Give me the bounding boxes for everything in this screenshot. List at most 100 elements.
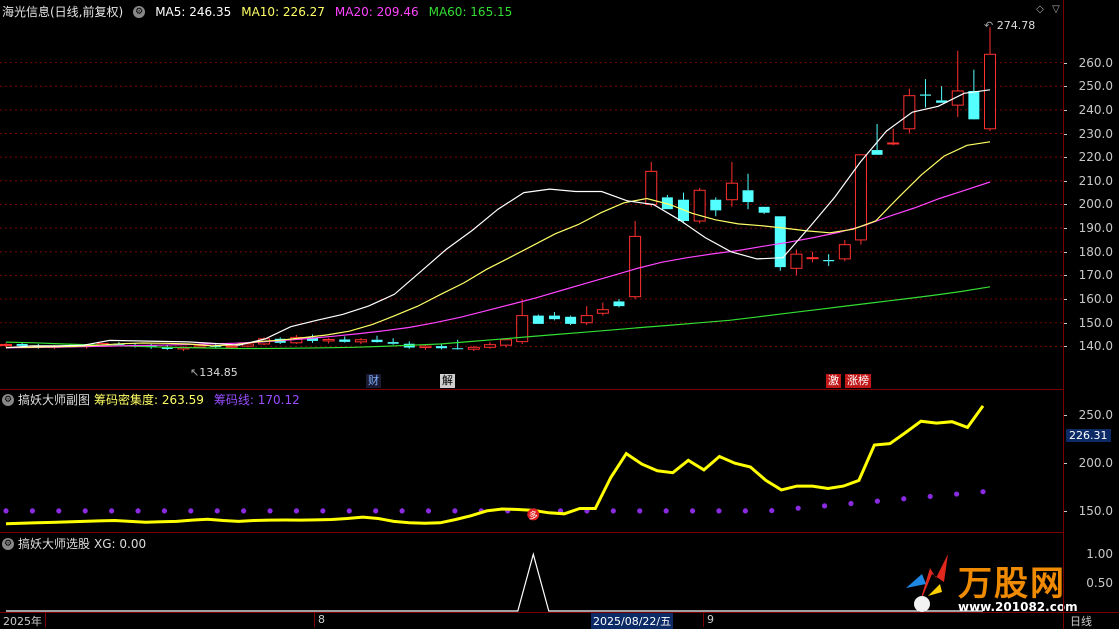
density-line	[5, 405, 985, 526]
chipline-dot	[346, 508, 352, 514]
year-label: 2025年	[3, 615, 42, 628]
chipline-dot	[29, 508, 36, 514]
chipline-dot	[769, 507, 775, 514]
candle[interactable]	[951, 50, 964, 117]
price-chart[interactable]	[0, 0, 1063, 390]
candle[interactable]	[436, 344, 448, 350]
candle[interactable]	[725, 161, 738, 207]
ma60-line	[5, 286, 991, 350]
candle[interactable]	[387, 338, 399, 345]
price-tick-label: 150.0	[1078, 315, 1113, 330]
chipline-dot	[320, 508, 326, 514]
candle[interactable]	[854, 154, 867, 245]
candle[interactable]	[758, 206, 770, 214]
price-tick-label: 170.0	[1078, 268, 1113, 283]
event-tag-unlock[interactable]: 解	[440, 374, 455, 388]
candle[interactable]	[661, 195, 673, 210]
brand-mascot-icon	[906, 554, 948, 612]
chipline-dot	[927, 493, 933, 500]
axis-divider	[1063, 0, 1064, 629]
candle[interactable]	[532, 314, 544, 324]
price-tick-label: 140.0	[1078, 339, 1113, 354]
chipline-dot	[214, 508, 220, 514]
candle[interactable]	[580, 306, 593, 326]
chipline-dot	[821, 503, 828, 509]
candle[interactable]	[693, 187, 706, 224]
price-tick-label: 190.0	[1078, 221, 1113, 236]
candle[interactable]	[742, 173, 754, 210]
candle[interactable]	[565, 315, 577, 326]
chipline-dot	[373, 508, 379, 514]
price-tick-label: 160.0	[1078, 292, 1113, 307]
chipline-dot	[135, 508, 141, 514]
chipline-dot	[452, 508, 458, 514]
chipline-dot	[267, 508, 273, 514]
candle[interactable]	[371, 335, 383, 343]
candle[interactable]	[710, 197, 722, 217]
price-tick-label: 240.0	[1078, 102, 1113, 117]
chipline-dot	[82, 508, 88, 514]
chipline-dot	[953, 491, 960, 497]
candle[interactable]	[613, 299, 625, 308]
candle[interactable]	[903, 88, 916, 134]
ma5-line	[5, 89, 991, 349]
chipline-dot	[663, 508, 669, 514]
sub1-current-value: 226.31	[1066, 429, 1111, 442]
chipline-dot	[874, 498, 880, 504]
ma20-line	[5, 181, 991, 349]
chipline-dot	[980, 489, 986, 495]
candle[interactable]	[596, 302, 609, 316]
price-tick-label: 180.0	[1078, 244, 1113, 259]
candle[interactable]	[339, 336, 351, 343]
sub1-axis: 250.0 200.0 150.0	[1063, 390, 1119, 533]
candle[interactable]	[629, 221, 642, 300]
chipline-dot	[161, 508, 168, 514]
candle[interactable]	[790, 249, 803, 276]
cursor-date: 2025/08/22/五	[591, 613, 674, 629]
max-price-label: ↶ 274.78	[984, 19, 1036, 32]
candle[interactable]	[838, 239, 851, 262]
min-price-label: ↖134.85	[190, 366, 238, 379]
event-tag-limit-up-list[interactable]: 涨榜	[845, 374, 871, 388]
candle[interactable]	[823, 254, 835, 266]
price-tick-label: 230.0	[1078, 126, 1113, 141]
chipline-dot	[610, 508, 616, 514]
chipline-dot	[109, 508, 115, 514]
chipline-dot	[425, 508, 432, 514]
price-tick-label: 220.0	[1078, 150, 1113, 165]
chipline-dot	[795, 505, 801, 511]
candle[interactable]	[452, 339, 464, 350]
chipline-dot	[716, 508, 722, 514]
chipline-dot	[848, 500, 854, 507]
month-8-label: 8	[318, 613, 325, 626]
density-chart[interactable]: 多	[0, 390, 1063, 533]
candle[interactable]	[936, 86, 948, 103]
candle[interactable]	[467, 345, 480, 352]
event-tag-financial[interactable]: 财	[366, 374, 381, 388]
candle[interactable]	[322, 338, 335, 344]
brand-name: 万股网	[958, 564, 1066, 604]
sub1-tick-label: 250.0	[1078, 408, 1113, 423]
chipline-dot	[56, 508, 62, 514]
chipline-dot	[293, 508, 300, 514]
candle[interactable]	[968, 69, 980, 120]
candle[interactable]	[806, 251, 819, 263]
chipline-dot	[3, 508, 9, 514]
price-tick-label: 250.0	[1078, 79, 1113, 94]
chipline-dot	[399, 508, 405, 514]
chipline-dot	[901, 496, 907, 502]
candle[interactable]	[887, 128, 900, 146]
chipline-dot	[689, 508, 696, 514]
candle[interactable]	[871, 124, 883, 155]
signal-marker-text: 多	[529, 509, 538, 521]
event-tag-incentive[interactable]: 激	[826, 374, 841, 388]
chipline-dot	[742, 508, 748, 514]
candle[interactable]	[483, 342, 496, 349]
month-9-label: 9	[707, 613, 714, 626]
brand-url: www.201082.com	[958, 600, 1078, 614]
candle[interactable]	[354, 338, 367, 344]
candle[interactable]	[548, 312, 560, 321]
price-axis: 260.0 250.0 240.0 230.0 220.0 210.0 200.0 190.0…	[1063, 0, 1119, 390]
candle[interactable]	[984, 27, 996, 132]
candle[interactable]	[919, 79, 931, 108]
